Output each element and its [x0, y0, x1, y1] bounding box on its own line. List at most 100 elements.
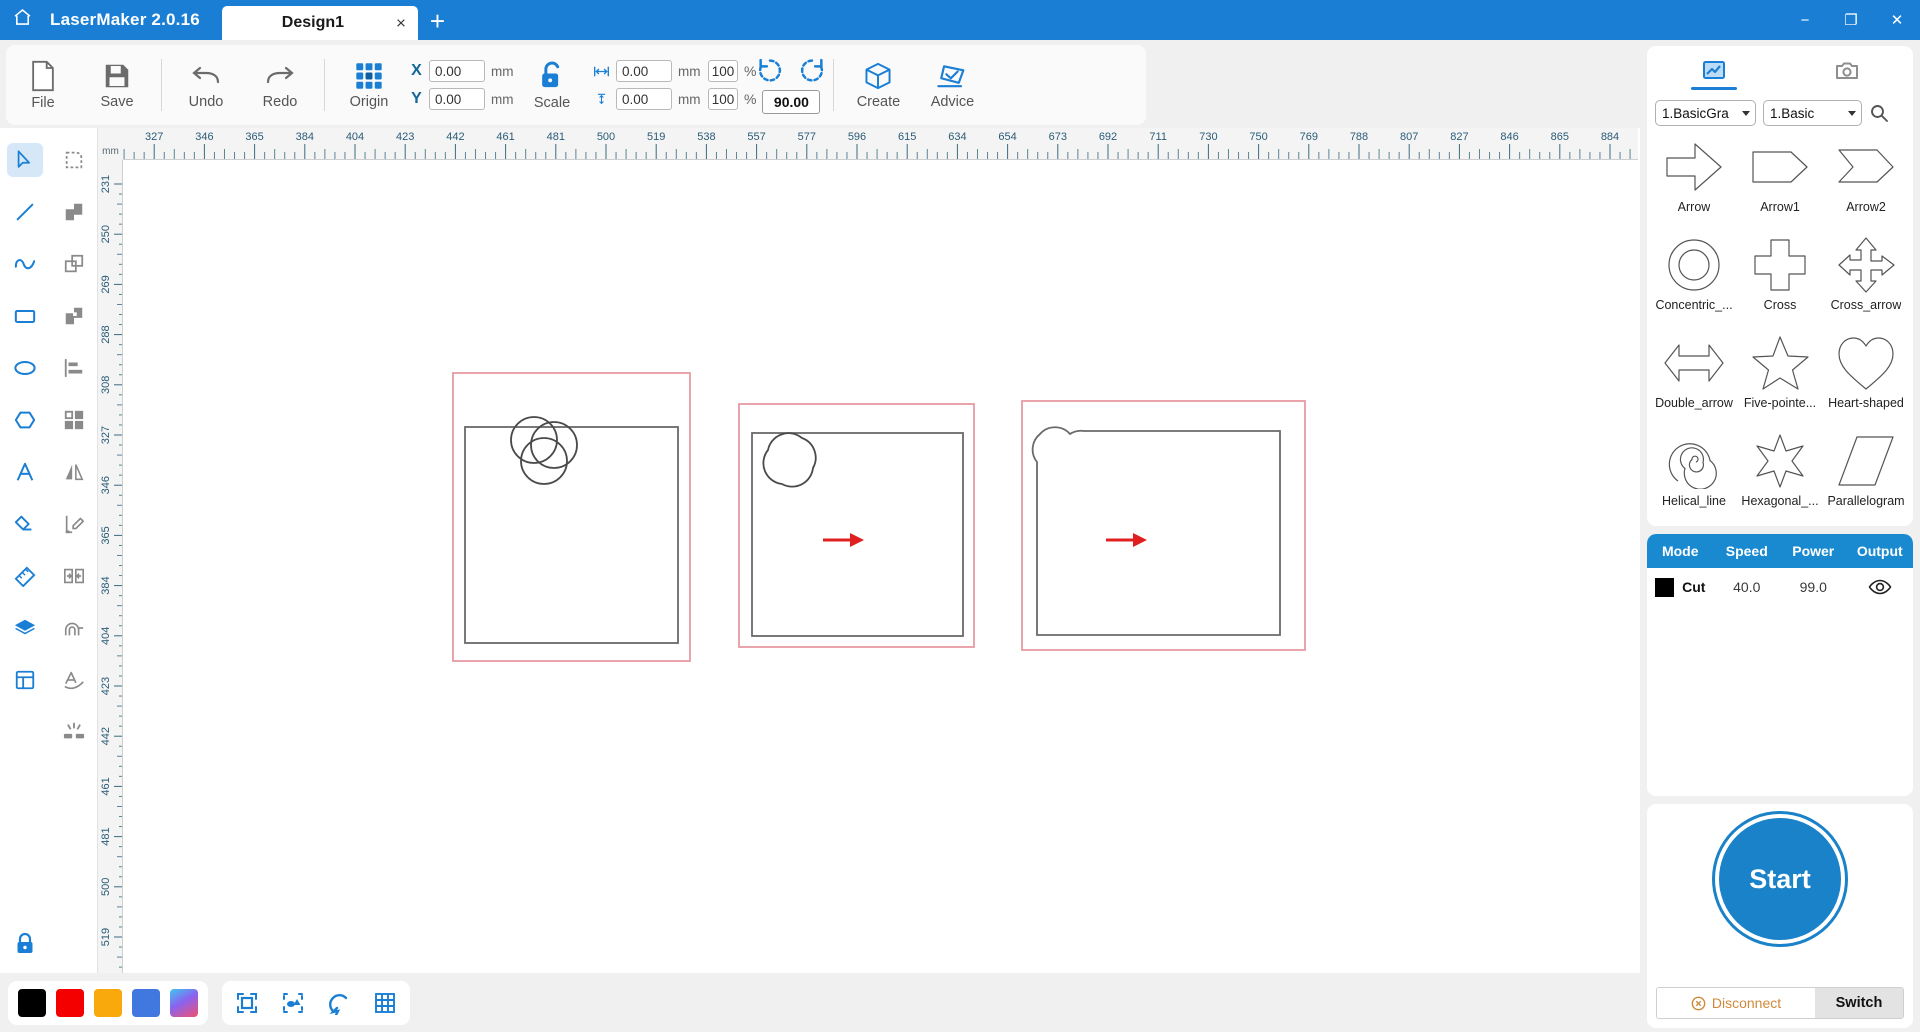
start-button[interactable]: Start: [1719, 818, 1841, 940]
shape-item-concentric[interactable]: Concentric_...: [1651, 232, 1737, 328]
maximize-button[interactable]: ❐: [1828, 0, 1874, 40]
mode-cell[interactable]: Cut: [1647, 577, 1714, 597]
offset-tool[interactable]: [49, 602, 98, 654]
node-edit-tool[interactable]: [49, 134, 98, 186]
home-icon[interactable]: [0, 0, 44, 40]
minimize-button[interactable]: −: [1782, 0, 1828, 40]
shape-item-parallelogram[interactable]: Parallelogram: [1823, 428, 1909, 524]
explode-tool[interactable]: [49, 706, 98, 758]
rectangle-tool[interactable]: [0, 290, 49, 342]
advice-button[interactable]: Advice: [915, 48, 989, 122]
new-tab-button[interactable]: +: [418, 8, 459, 40]
magnet-snap-icon[interactable]: [324, 988, 354, 1018]
eraser-tool[interactable]: [0, 498, 49, 550]
text-tool[interactable]: [0, 446, 49, 498]
close-icon[interactable]: ×: [396, 15, 406, 32]
power-value[interactable]: 99.0: [1780, 579, 1847, 595]
rotate-cw-icon[interactable]: [798, 57, 826, 84]
shape-item-cross[interactable]: Cross: [1737, 232, 1823, 328]
width-input[interactable]: [616, 60, 672, 82]
scale-lock-button[interactable]: Scale: [515, 48, 589, 122]
swatch-red[interactable]: [56, 988, 84, 1017]
column-speed: Speed: [1725, 543, 1768, 559]
line-tool[interactable]: [0, 186, 49, 238]
svg-text:654: 654: [998, 131, 1016, 143]
switch-button[interactable]: Switch: [1815, 988, 1903, 1018]
shape-grid: Arrow Arrow1 Arrow2 Concentric_... Cross…: [1647, 132, 1913, 526]
ellipse-tool[interactable]: [0, 342, 49, 394]
create-button[interactable]: Create: [841, 48, 915, 122]
shape-item-heart[interactable]: Heart-shaped: [1823, 330, 1909, 426]
select-tool[interactable]: [0, 134, 49, 186]
rotation-input[interactable]: [762, 89, 821, 114]
measure-tool[interactable]: [0, 550, 49, 602]
rotate-ccw-icon[interactable]: [756, 57, 784, 84]
svg-text:500: 500: [100, 878, 112, 896]
polygon-tool[interactable]: [0, 394, 49, 446]
shape-item-five-pointed-star[interactable]: Five-pointe...: [1737, 330, 1823, 426]
x-position-input[interactable]: [429, 60, 485, 82]
shape-item-arrow2[interactable]: Arrow2: [1823, 134, 1909, 230]
shape-item-helical-line[interactable]: Helical_line: [1651, 428, 1737, 524]
swatch-blue[interactable]: [132, 988, 160, 1017]
shape-label: Arrow: [1677, 200, 1711, 214]
svg-text:442: 442: [100, 727, 112, 745]
text-path-tool[interactable]: [49, 654, 98, 706]
svg-text:519: 519: [647, 131, 665, 143]
camera-tab[interactable]: [1804, 54, 1890, 94]
shape-label: Five-pointe...: [1743, 396, 1817, 410]
window-close-button[interactable]: ✕: [1874, 0, 1920, 40]
shape-category-secondary-select[interactable]: 1.Basic: [1763, 100, 1862, 126]
horizontal-ruler[interactable]: 3083273463653844044234424614815005195385…: [98, 128, 1638, 160]
file-button[interactable]: File: [6, 48, 80, 122]
union-tool[interactable]: [49, 186, 98, 238]
draw-edit-tool[interactable]: [49, 498, 98, 550]
library-tab[interactable]: [1671, 54, 1757, 94]
shape-item-arrow1[interactable]: Arrow1: [1737, 134, 1823, 230]
undo-button[interactable]: Undo: [169, 48, 243, 122]
shape-category-primary-select[interactable]: 1.BasicGra: [1655, 100, 1756, 126]
shape-item-double-arrow[interactable]: Double_arrow: [1651, 330, 1737, 426]
save-label: Save: [100, 93, 134, 110]
origin-button[interactable]: Origin: [332, 48, 406, 122]
mirror-tool[interactable]: [49, 446, 98, 498]
redo-button[interactable]: Redo: [243, 48, 317, 122]
curve-tool[interactable]: [0, 238, 49, 290]
subtract-tool[interactable]: [49, 238, 98, 290]
layer-color-swatch[interactable]: [1655, 577, 1675, 597]
swatch-gradient[interactable]: [170, 988, 198, 1017]
shape-library-panel: 1.BasicGra 1.Basic Arrow Arrow1 Arrow2 C…: [1647, 46, 1913, 526]
design-canvas[interactable]: [123, 160, 1638, 973]
grid-icon[interactable]: [370, 988, 400, 1018]
select-objects-icon[interactable]: [278, 988, 308, 1018]
speed-value[interactable]: 40.0: [1714, 579, 1781, 595]
shape-item-cross-arrow[interactable]: Cross_arrow: [1823, 232, 1909, 328]
group-tool[interactable]: [49, 394, 98, 446]
height-input[interactable]: [616, 88, 672, 110]
y-position-input[interactable]: [429, 88, 485, 110]
output-cell[interactable]: [1847, 578, 1914, 596]
width-percent-input[interactable]: [708, 60, 738, 82]
svg-text:519: 519: [100, 928, 112, 946]
shape-item-arrow[interactable]: Arrow: [1651, 134, 1737, 230]
svg-text:557: 557: [747, 131, 765, 143]
divider: [324, 59, 325, 111]
search-icon[interactable]: [1869, 103, 1889, 123]
disconnect-button[interactable]: Disconnect: [1657, 988, 1815, 1018]
layers-tool[interactable]: [0, 602, 49, 654]
save-button[interactable]: Save: [80, 48, 154, 122]
app-title: LaserMaker 2.0.16: [50, 10, 200, 29]
align-tool[interactable]: [49, 342, 98, 394]
intersect-tool[interactable]: [49, 290, 98, 342]
shape-item-hexagonal-star[interactable]: Hexagonal_...: [1737, 428, 1823, 524]
height-percent-input[interactable]: [708, 88, 738, 110]
frame-tool[interactable]: [0, 654, 49, 706]
table-row[interactable]: Cut 40.0 99.0: [1647, 568, 1913, 606]
distribute-tool[interactable]: [49, 550, 98, 602]
lock-icon[interactable]: [7, 927, 43, 961]
swatch-black[interactable]: [18, 988, 46, 1017]
vertical-ruler[interactable]: 231 250 269 288 308 327 346 365 384 404 423 442 461 4…: [98, 160, 123, 973]
swatch-orange[interactable]: [94, 988, 122, 1017]
fit-selection-icon[interactable]: [232, 988, 262, 1018]
document-tab[interactable]: Design1 ×: [221, 6, 418, 40]
